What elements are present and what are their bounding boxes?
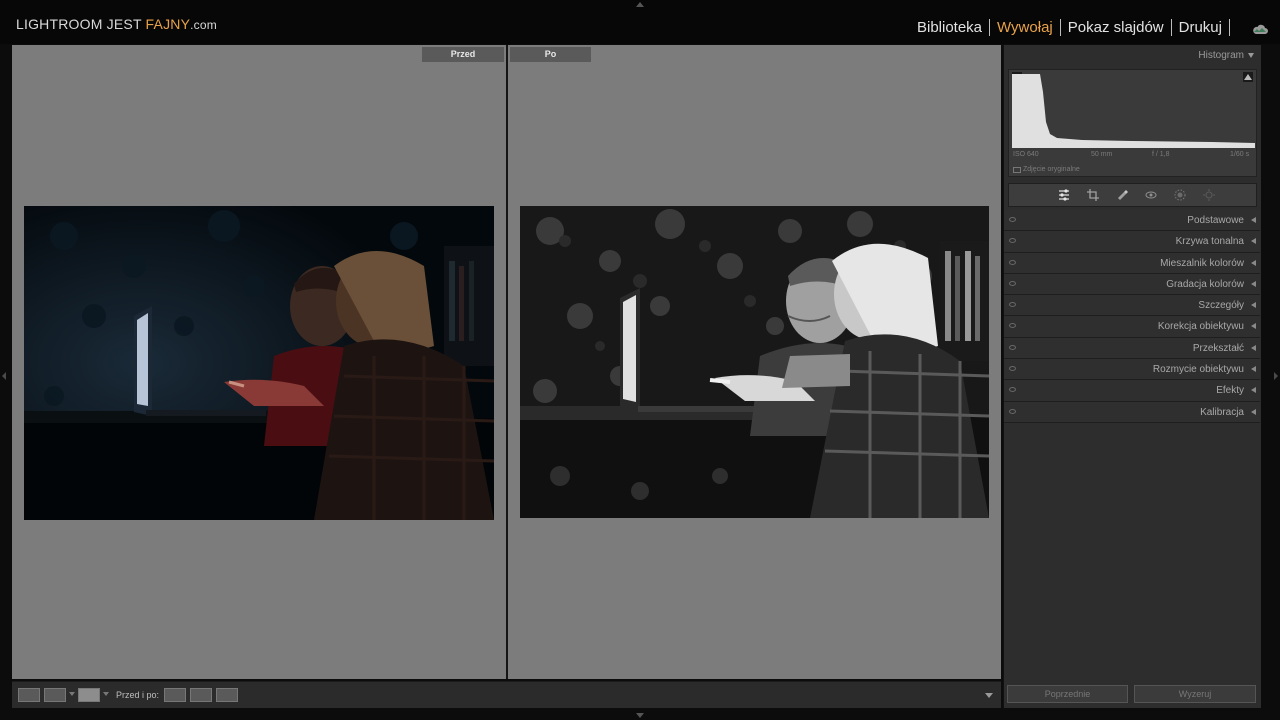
section-lens-blur[interactable]: Rozmycie obiektywu bbox=[1004, 359, 1260, 381]
right-panel-toggle-icon[interactable] bbox=[1274, 372, 1278, 380]
section-lens-corrections[interactable]: Korekcja obiektywu bbox=[1004, 316, 1260, 338]
panel-sections: Podstawowe Krzywa tonalna Mieszalnik kol… bbox=[1004, 210, 1260, 423]
section-tone-curve[interactable]: Krzywa tonalna bbox=[1004, 231, 1260, 253]
expand-arrow-icon bbox=[1251, 323, 1256, 330]
view-divider bbox=[506, 45, 508, 679]
expand-arrow-icon bbox=[1251, 217, 1256, 223]
cloud-sync-icon[interactable] bbox=[1252, 22, 1268, 34]
red-eye-icon[interactable] bbox=[1144, 188, 1158, 202]
histogram-graph bbox=[1012, 74, 1255, 148]
histogram-header[interactable]: Histogram bbox=[1004, 50, 1260, 64]
eye-icon[interactable] bbox=[1009, 302, 1016, 308]
section-label: Przekształć bbox=[1192, 342, 1244, 354]
masking-icon[interactable] bbox=[1173, 188, 1187, 202]
eye-icon[interactable] bbox=[1009, 366, 1016, 372]
brand-main-text: LIGHTROOM JEST bbox=[16, 16, 146, 32]
eye-icon[interactable] bbox=[1009, 259, 1016, 265]
compare-view-icon[interactable] bbox=[44, 688, 66, 702]
section-label: Rozmycie obiektywu bbox=[1152, 364, 1244, 376]
eye-icon[interactable] bbox=[1009, 217, 1016, 222]
chevron-down-icon[interactable] bbox=[103, 692, 109, 696]
toolbar-options-icon[interactable] bbox=[985, 693, 993, 698]
histogram-aperture: f / 1,8 bbox=[1152, 151, 1170, 158]
module-library[interactable]: Biblioteka bbox=[910, 19, 989, 36]
histogram-shutter: 1/60 s bbox=[1230, 151, 1250, 158]
expand-arrow-icon bbox=[1251, 344, 1256, 351]
before-after-view-icon[interactable] bbox=[78, 688, 100, 702]
histogram[interactable]: ISO 640 50 mm f / 1,8 1/60 s Zdjęcie ory… bbox=[1008, 69, 1257, 177]
eye-icon[interactable] bbox=[1009, 408, 1016, 414]
module-separator bbox=[1229, 19, 1230, 36]
heal-icon[interactable] bbox=[1115, 188, 1129, 202]
bottom-panel-toggle-icon[interactable] bbox=[636, 713, 644, 718]
section-color-grading[interactable]: Gradacja kolorów bbox=[1004, 273, 1260, 296]
right-panel: Histogram ISO 640 50 mm f / 1,8 1/60 s Z… bbox=[1003, 45, 1261, 708]
swap-before-after-icon[interactable] bbox=[216, 688, 238, 702]
section-effects[interactable]: Efekty bbox=[1004, 380, 1260, 402]
before-label: Przed bbox=[422, 47, 504, 62]
eye-icon[interactable] bbox=[1009, 344, 1016, 350]
before-after-label: Przed i po: bbox=[116, 690, 160, 700]
section-label: Mieszalnik kolorów bbox=[1160, 257, 1244, 269]
section-label: Podstawowe bbox=[1187, 215, 1244, 226]
eye-icon[interactable] bbox=[1009, 238, 1016, 244]
identity-plate: LIGHTROOM JEST FAJNY.com bbox=[16, 16, 217, 32]
sliders-icon[interactable] bbox=[1057, 188, 1071, 202]
tool-strip bbox=[1008, 183, 1257, 207]
left-panel-toggle-icon[interactable] bbox=[2, 372, 6, 380]
module-picker: Biblioteka Wywołaj Pokaz slajdów Drukuj bbox=[910, 19, 1230, 36]
section-calibration[interactable]: Kalibracja bbox=[1004, 401, 1260, 423]
section-label: Korekcja obiektywu bbox=[1157, 321, 1244, 333]
section-basic[interactable]: Podstawowe bbox=[1004, 210, 1260, 232]
original-photo-label: Zdjęcie oryginalne bbox=[1023, 166, 1080, 173]
histogram-iso: ISO 640 bbox=[1013, 151, 1039, 158]
lightroom-develop-window: LIGHTROOM JEST FAJNY.com Biblioteka Wywo… bbox=[0, 0, 1280, 720]
collapse-triangle-icon bbox=[1248, 52, 1254, 58]
module-print[interactable]: Drukuj bbox=[1172, 19, 1229, 36]
bottom-toolbar: Przed i po: bbox=[12, 681, 1001, 708]
eye-icon[interactable] bbox=[1009, 323, 1016, 329]
expand-arrow-icon bbox=[1251, 259, 1256, 266]
after-label: Po bbox=[510, 47, 591, 62]
eye-icon[interactable] bbox=[1009, 280, 1016, 286]
module-develop[interactable]: Wywołaj bbox=[990, 19, 1060, 36]
chevron-down-icon[interactable] bbox=[69, 692, 75, 696]
panel-bottom-buttons: Poprzednie Wyzeruj bbox=[1003, 684, 1261, 706]
expand-arrow-icon bbox=[1251, 302, 1256, 309]
section-color-mixer[interactable]: Mieszalnik kolorów bbox=[1004, 252, 1260, 274]
reset-button[interactable]: Wyzeruj bbox=[1134, 685, 1256, 703]
copy-after-to-before-icon[interactable] bbox=[190, 688, 212, 702]
expand-arrow-icon bbox=[1251, 280, 1256, 287]
eye-icon[interactable] bbox=[1009, 387, 1016, 393]
section-label: Krzywa tonalna bbox=[1175, 236, 1244, 248]
section-label: Kalibracja bbox=[1200, 406, 1244, 418]
expand-arrow-icon bbox=[1251, 387, 1256, 394]
original-photo-icon bbox=[1013, 167, 1021, 173]
section-transform[interactable]: Przekształć bbox=[1004, 337, 1260, 360]
settings-icon[interactable] bbox=[1202, 188, 1216, 202]
before-photo[interactable] bbox=[24, 206, 494, 520]
brand-suffix-text: .com bbox=[190, 18, 217, 32]
top-bar: LIGHTROOM JEST FAJNY.com Biblioteka Wywo… bbox=[0, 0, 1280, 44]
expand-arrow-icon bbox=[1251, 366, 1256, 373]
histogram-title: Histogram bbox=[1198, 50, 1244, 61]
section-label: Gradacja kolorów bbox=[1166, 278, 1244, 290]
after-photo[interactable] bbox=[520, 206, 989, 518]
histogram-focal-length: 50 mm bbox=[1091, 151, 1113, 158]
expand-arrow-icon bbox=[1251, 238, 1256, 245]
brand-accent-text: FAJNY bbox=[145, 16, 191, 32]
before-after-view: Przed Po bbox=[12, 45, 1001, 679]
top-panel-toggle-icon[interactable] bbox=[636, 2, 644, 7]
section-label: Efekty bbox=[1216, 385, 1244, 397]
expand-arrow-icon bbox=[1251, 408, 1256, 415]
section-detail[interactable]: Szczegóły bbox=[1004, 295, 1260, 317]
loupe-view-icon[interactable] bbox=[18, 688, 40, 702]
crop-icon[interactable] bbox=[1086, 188, 1100, 202]
section-label: Szczegóły bbox=[1198, 300, 1244, 312]
previous-button[interactable]: Poprzednie bbox=[1007, 685, 1128, 703]
copy-before-to-after-icon[interactable] bbox=[164, 688, 186, 702]
module-slideshow[interactable]: Pokaz slajdów bbox=[1061, 19, 1171, 36]
